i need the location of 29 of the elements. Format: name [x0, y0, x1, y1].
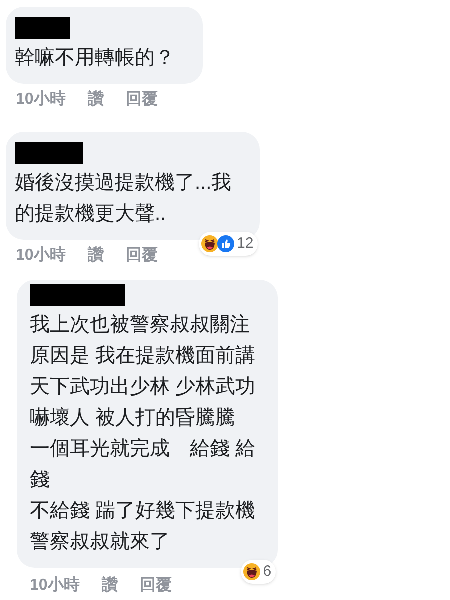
redacted-name — [15, 142, 83, 164]
thumbs-up-icon — [216, 234, 235, 253]
comment-line: 婚後沒摸過提款機了...我 — [15, 171, 232, 196]
comment-line: 警察叔叔就來了 — [30, 530, 170, 555]
reaction-count: 12 — [236, 234, 254, 254]
like-link[interactable]: 讚 — [88, 88, 104, 112]
comment-time: 10小時 — [16, 90, 66, 110]
reply-link[interactable]: 回覆 — [126, 88, 158, 112]
laughing-face-icon — [243, 562, 262, 581]
reply-link[interactable]: 回覆 — [140, 574, 172, 598]
redacted-name — [15, 17, 70, 39]
comment-line: 的提款機更大聲.. — [15, 202, 166, 227]
comment-line: 原因是 我在提款機面前講 — [30, 344, 256, 369]
laughing-face-icon — [200, 234, 219, 253]
reaction-badge[interactable]: 12 — [198, 232, 258, 256]
comment-line: 嚇壞人 被人打的昏騰騰 — [30, 406, 236, 431]
comment-line: 幹嘛不用轉帳的？ — [15, 46, 175, 71]
comment-line: 天下武功出少林 少林武功 — [30, 375, 256, 400]
reaction-badge[interactable]: 6 — [241, 560, 276, 584]
comment-line: 我上次也被警察叔叔關注 — [30, 313, 250, 338]
comment-line: 錢 — [30, 468, 50, 493]
comment-line: 不給錢 踹了好幾下提款機 — [30, 499, 256, 524]
comment-line: 一個耳光就完成 給錢 給 — [30, 437, 256, 462]
reaction-count: 6 — [263, 562, 272, 582]
like-link[interactable]: 讚 — [102, 574, 118, 598]
comment-time: 10小時 — [30, 576, 80, 596]
reply-link[interactable]: 回覆 — [126, 244, 158, 266]
like-link[interactable]: 讚 — [88, 244, 104, 266]
comment-time: 10小時 — [16, 246, 66, 266]
